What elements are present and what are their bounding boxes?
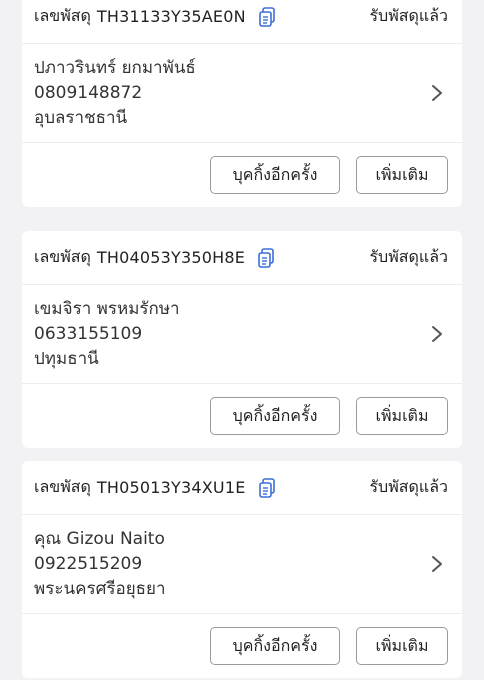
recipient-province: พระนครศรีอยุธยา (34, 578, 166, 599)
tracking-label: เลขพัสดุ (34, 247, 91, 266)
recipient-name: ปภาวรินทร์ ยกมาพันธ์ (34, 57, 196, 78)
status-text: รับพัสดุแล้ว (369, 247, 448, 266)
more-button[interactable]: เพิ่มเติม (356, 397, 448, 435)
chevron-right-icon[interactable] (430, 324, 444, 344)
status-text: รับพัสดุแล้ว (369, 6, 448, 25)
status-text: รับพัสดุแล้ว (369, 477, 448, 496)
recipient-province: ปทุมธานี (34, 348, 99, 369)
shipment-card: เลขพัสดุ TH05013Y34XU1E รับพัสดุแล้ว คุณ… (22, 461, 462, 678)
card-header: เลขพัสดุ TH31133Y35AE0N รับพัสดุแล้ว (22, 0, 462, 44)
recipient-name: เขมจิรา พรหมรักษา (34, 298, 180, 319)
more-button[interactable]: เพิ่มเติม (356, 627, 448, 665)
recipient-info: คุณ Gizou Naito 0922515209 พระนครศรีอยุธ… (34, 527, 430, 602)
rebook-button[interactable]: บุคกิ้งอีกครั้ง (210, 627, 340, 665)
more-button[interactable]: เพิ่มเติม (356, 156, 448, 194)
card-actions: บุคกิ้งอีกครั้ง เพิ่มเติม (22, 384, 462, 448)
recipient-details-row[interactable]: คุณ Gizou Naito 0922515209 พระนครศรีอยุธ… (22, 515, 462, 614)
recipient-phone: 0633155109 (34, 323, 143, 344)
tracking-number: TH04053Y350H8E (96, 248, 246, 267)
shipment-list: เลขพัสดุ TH31133Y35AE0N รับพัสดุแล้ว ปภา… (0, 0, 484, 680)
tracking-number: TH31133Y35AE0N (96, 7, 246, 26)
rebook-button[interactable]: บุคกิ้งอีกครั้ง (210, 156, 340, 194)
shipment-card: เลขพัสดุ TH04053Y350H8E รับพัสดุแล้ว เขม… (22, 231, 462, 448)
recipient-info: เขมจิรา พรหมรักษา 0633155109 ปทุมธานี (34, 297, 430, 372)
card-actions: บุคกิ้งอีกครั้ง เพิ่มเติม (22, 143, 462, 207)
card-header: เลขพัสดุ TH05013Y34XU1E รับพัสดุแล้ว (22, 461, 462, 515)
rebook-button[interactable]: บุคกิ้งอีกครั้ง (210, 397, 340, 435)
copy-icon[interactable] (257, 247, 275, 268)
card-header: เลขพัสดุ TH04053Y350H8E รับพัสดุแล้ว (22, 231, 462, 285)
card-actions: บุคกิ้งอีกครั้ง เพิ่มเติม (22, 614, 462, 678)
recipient-details-row[interactable]: ปภาวรินทร์ ยกมาพันธ์ 0809148872 อุบลราชธ… (22, 44, 462, 143)
recipient-info: ปภาวรินทร์ ยกมาพันธ์ 0809148872 อุบลราชธ… (34, 56, 430, 131)
recipient-phone: 0809148872 (34, 82, 143, 103)
recipient-details-row[interactable]: เขมจิรา พรหมรักษา 0633155109 ปทุมธานี (22, 285, 462, 384)
recipient-phone: 0922515209 (34, 553, 143, 574)
recipient-name: คุณ Gizou Naito (34, 528, 165, 549)
copy-icon[interactable] (258, 477, 276, 498)
chevron-right-icon[interactable] (430, 554, 444, 574)
copy-icon[interactable] (258, 6, 276, 27)
recipient-province: อุบลราชธานี (34, 107, 128, 128)
shipment-card: เลขพัสดุ TH31133Y35AE0N รับพัสดุแล้ว ปภา… (22, 0, 462, 207)
chevron-right-icon[interactable] (430, 83, 444, 103)
tracking-number: TH05013Y34XU1E (96, 478, 246, 497)
tracking-label: เลขพัสดุ (34, 6, 91, 25)
tracking-label: เลขพัสดุ (34, 477, 91, 496)
